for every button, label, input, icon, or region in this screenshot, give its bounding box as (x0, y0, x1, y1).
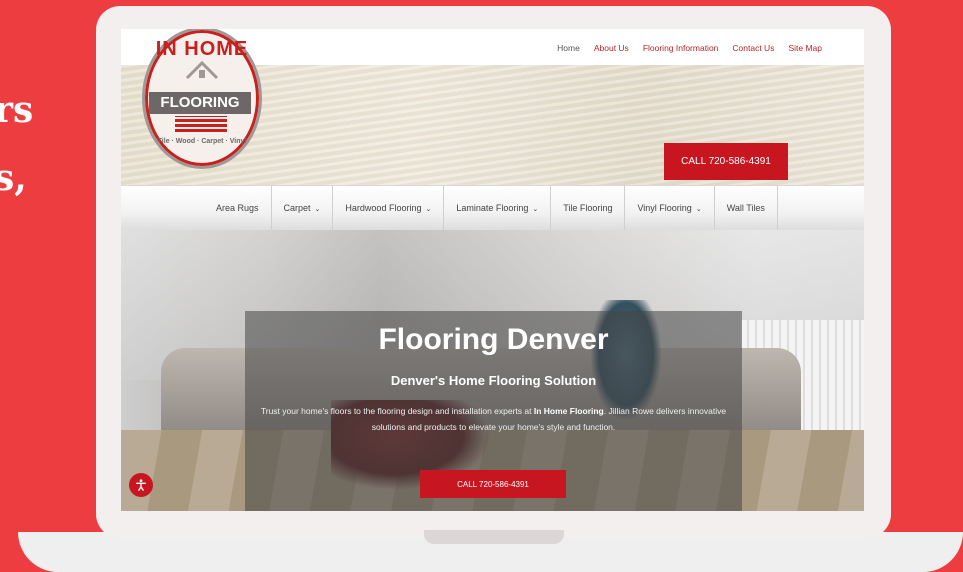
nav-item-label: Carpet (283, 203, 311, 213)
logo-ring-text: IN HOME (155, 38, 249, 60)
top-nav-home[interactable]: Home (557, 43, 580, 53)
chevron-down-icon: ⌄ (425, 206, 432, 213)
nav-item-tile-flooring[interactable]: Tile Flooring (551, 186, 626, 231)
hero-subtitle: Denver's Home Flooring Solution (390, 373, 597, 388)
top-nav-site-map[interactable]: Site Map (788, 43, 822, 53)
top-nav-contact-us[interactable]: Contact Us (732, 43, 774, 53)
top-nav: Home About Us Flooring Information Conta… (557, 43, 822, 53)
nav-item-laminate-flooring[interactable]: Laminate Flooring ⌄ (444, 186, 552, 231)
hero-title: Flooring Denver (378, 323, 609, 356)
hero-call-button[interactable]: CALL 720-586-4391 (420, 470, 566, 498)
logo-banner: FLOORING (149, 92, 251, 114)
hero-body-pre: Trust your home's floors to the flooring… (260, 406, 534, 416)
nav-item-label: Vinyl Flooring (637, 203, 692, 213)
logo-stripes (175, 116, 227, 132)
nav-item-hardwood-flooring[interactable]: Hardwood Flooring ⌄ (333, 186, 445, 231)
laptop-notch (424, 530, 564, 544)
nav-item-label: Wall Tiles (726, 203, 765, 213)
header-call-button[interactable]: CALL 720-586-4391 (664, 143, 788, 180)
hero-section: Flooring Denver Denver's Home Flooring S… (121, 230, 864, 511)
side-text-line-1: rs (0, 89, 34, 131)
website-screen: Home About Us Flooring Information Conta… (121, 29, 864, 511)
accessibility-button[interactable] (129, 473, 153, 497)
nav-item-label: Laminate Flooring (456, 203, 529, 213)
nav-item-wall-tiles[interactable]: Wall Tiles (715, 186, 778, 231)
site-logo[interactable]: IN HOME FLOORING Tile · Wood · Carpet · … (142, 29, 262, 169)
logo-tagline: Tile · Wood · Carpet · Vinyl (157, 138, 247, 145)
top-nav-flooring-information[interactable]: Flooring Information (643, 43, 719, 53)
hero-body-brand: In Home Flooring (533, 406, 604, 416)
side-text-line-2: s, (0, 157, 27, 199)
nav-item-carpet[interactable]: Carpet ⌄ (272, 186, 334, 231)
house-icon (185, 60, 219, 80)
chevron-down-icon: ⌄ (695, 206, 702, 213)
nav-item-area-rugs[interactable]: Area Rugs (204, 186, 272, 231)
nav-item-label: Tile Flooring (563, 203, 613, 213)
top-nav-about-us[interactable]: About Us (594, 43, 629, 53)
chevron-down-icon: ⌄ (314, 206, 321, 213)
nav-item-label: Hardwood Flooring (345, 203, 422, 213)
hero-overlay: Flooring Denver Denver's Home Flooring S… (245, 311, 742, 511)
hero-body-text: Trust your home's floors to the flooring… (259, 403, 728, 435)
nav-item-vinyl-flooring[interactable]: Vinyl Flooring ⌄ (625, 186, 715, 231)
chevron-down-icon: ⌄ (532, 206, 539, 213)
nav-item-label: Area Rugs (216, 203, 259, 213)
accessibility-icon (136, 479, 146, 491)
main-nav: Area Rugs Carpet ⌄ Hardwood Flooring ⌄ Lam… (121, 185, 864, 231)
